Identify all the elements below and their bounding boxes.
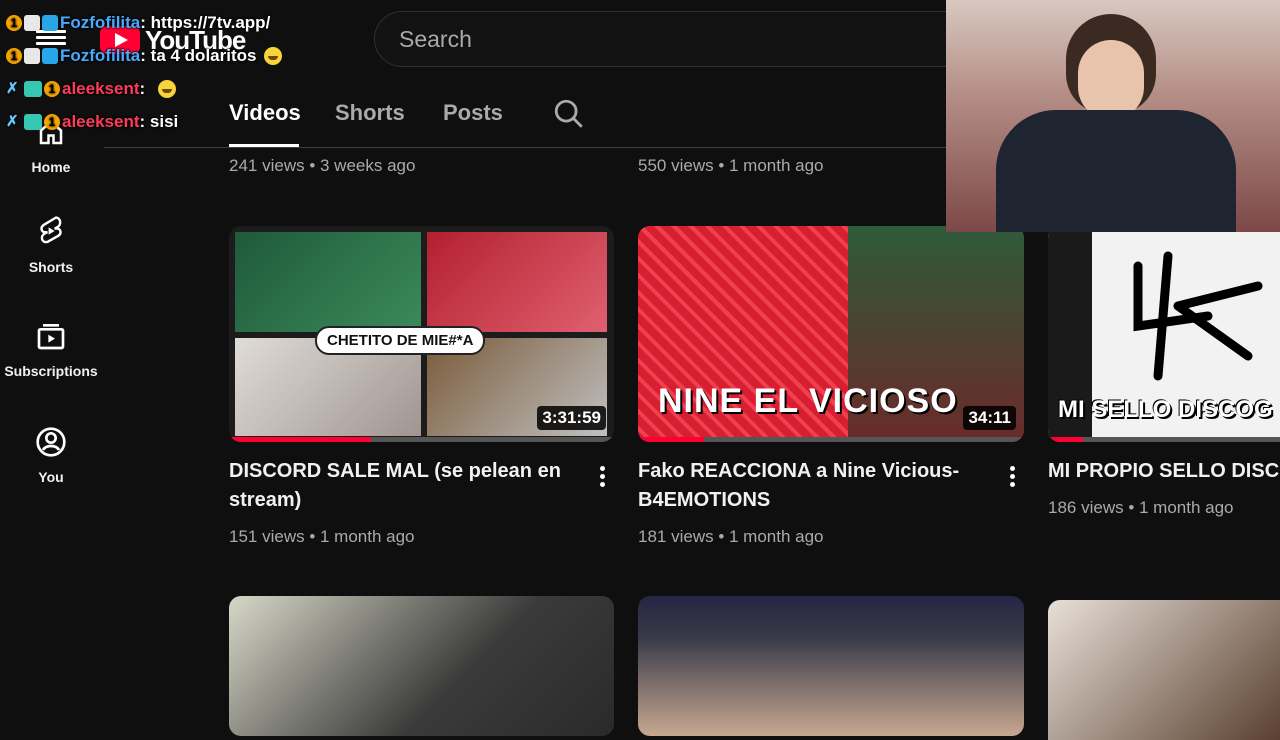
video-meta: 186 views • 1 month ago — [1048, 498, 1234, 517]
search-placeholder: Search — [399, 26, 472, 52]
sidebar-item-you[interactable]: You — [0, 426, 102, 485]
video-thumbnail[interactable] — [638, 596, 1024, 736]
video-thumbnail[interactable] — [229, 596, 614, 736]
video-meta: 151 views • 1 month ago — [229, 527, 415, 546]
watch-progress-bar — [229, 437, 372, 442]
badge-icon: 1 — [6, 48, 22, 64]
chat-text: https://7tv.app/ — [150, 13, 271, 32]
chat-message: 1 Fozfofilita: https://7tv.app/ — [6, 13, 270, 33]
emote-icon — [264, 47, 283, 65]
chat-message: ✗ 1 aleeksent: — [6, 79, 176, 99]
more-options-icon[interactable] — [600, 463, 606, 490]
webcam-overlay — [946, 0, 1280, 232]
badge-icon — [24, 114, 42, 130]
video-title[interactable]: DISCORD SALE MAL (se pelean en stream) — [229, 457, 589, 515]
more-options-icon[interactable] — [1010, 463, 1016, 490]
thumbnail-caption: NINE EL VICIOSO — [658, 382, 958, 420]
badge-icon — [24, 48, 40, 64]
chat-message: 1 Fozfofilita: ta 4 dolaritos — [6, 46, 283, 66]
badge-icon — [42, 48, 58, 64]
chat-username[interactable]: Fozfofilita — [60, 46, 140, 66]
thumbnail-caption: CHETITO DE MIE#*A — [315, 326, 486, 355]
sidebar-item-label: Home — [31, 159, 71, 175]
badge-icon — [24, 15, 40, 31]
you-icon — [36, 427, 66, 457]
tab-shorts[interactable]: Shorts — [335, 100, 405, 126]
sidebar-item-subscriptions[interactable]: Subscriptions — [0, 320, 102, 379]
sidebar-item-shorts[interactable]: Shorts — [0, 214, 102, 275]
chat-message: ✗ 1 aleeksent: sisi — [6, 112, 179, 132]
badge-icon: 1 — [44, 81, 60, 97]
sidebar-item-label: Shorts — [28, 259, 74, 275]
video-thumbnail[interactable] — [1048, 600, 1280, 740]
sidebar-item-label: You — [38, 469, 64, 485]
badge-icon — [24, 81, 42, 97]
chat-username[interactable]: aleeksent — [62, 79, 140, 99]
sword-badge-icon: ✗ — [6, 113, 19, 130]
watch-progress-bar — [1048, 437, 1083, 442]
tabs-divider — [104, 147, 984, 148]
watch-progress-track — [1048, 437, 1280, 442]
record-label-logo — [1133, 251, 1263, 381]
tab-videos[interactable]: Videos — [229, 100, 301, 126]
chat-username[interactable]: aleeksent — [62, 112, 140, 132]
video-meta: 550 views • 1 month ago — [638, 156, 824, 175]
shorts-icon — [40, 216, 62, 244]
duration-badge: 34:11 — [963, 406, 1016, 430]
watch-progress-bar — [638, 437, 704, 442]
badge-icon: 1 — [6, 15, 22, 31]
badge-icon: 1 — [44, 114, 60, 130]
chat-text: ta 4 dolaritos — [150, 46, 257, 65]
chat-username[interactable]: Fozfofilita — [60, 13, 140, 33]
watch-progress-track — [638, 437, 1024, 442]
search-icon[interactable] — [552, 97, 586, 131]
emote-icon — [157, 80, 176, 98]
sword-badge-icon: ✗ — [6, 80, 19, 97]
thumbnail-caption: MI SELLO DISCOG — [1058, 396, 1273, 423]
sidebar-item-label: Subscriptions — [4, 363, 98, 379]
video-title[interactable]: MI PROPIO SELLO DISCOG — [1048, 457, 1280, 486]
duration-badge: 3:31:59 — [537, 406, 606, 430]
watch-progress-track — [229, 437, 614, 442]
badge-icon — [42, 15, 58, 31]
video-meta: 181 views • 1 month ago — [638, 527, 824, 546]
video-thumbnail[interactable]: CHETITO DE MIE#*A 3:31:59 — [229, 226, 614, 442]
video-meta: 241 views • 3 weeks ago — [229, 156, 416, 175]
video-title[interactable]: Fako REACCIONA a Nine Vicious-B4EMOTIONS — [638, 457, 998, 515]
subscriptions-icon — [37, 324, 65, 350]
video-thumbnail[interactable]: NINE EL VICIOSO 34:11 — [638, 226, 1024, 442]
chat-text: sisi — [149, 112, 179, 131]
tab-posts[interactable]: Posts — [443, 100, 503, 126]
search-input[interactable]: Search — [374, 11, 984, 67]
video-thumbnail[interactable]: MI SELLO DISCOG — [1048, 226, 1280, 442]
